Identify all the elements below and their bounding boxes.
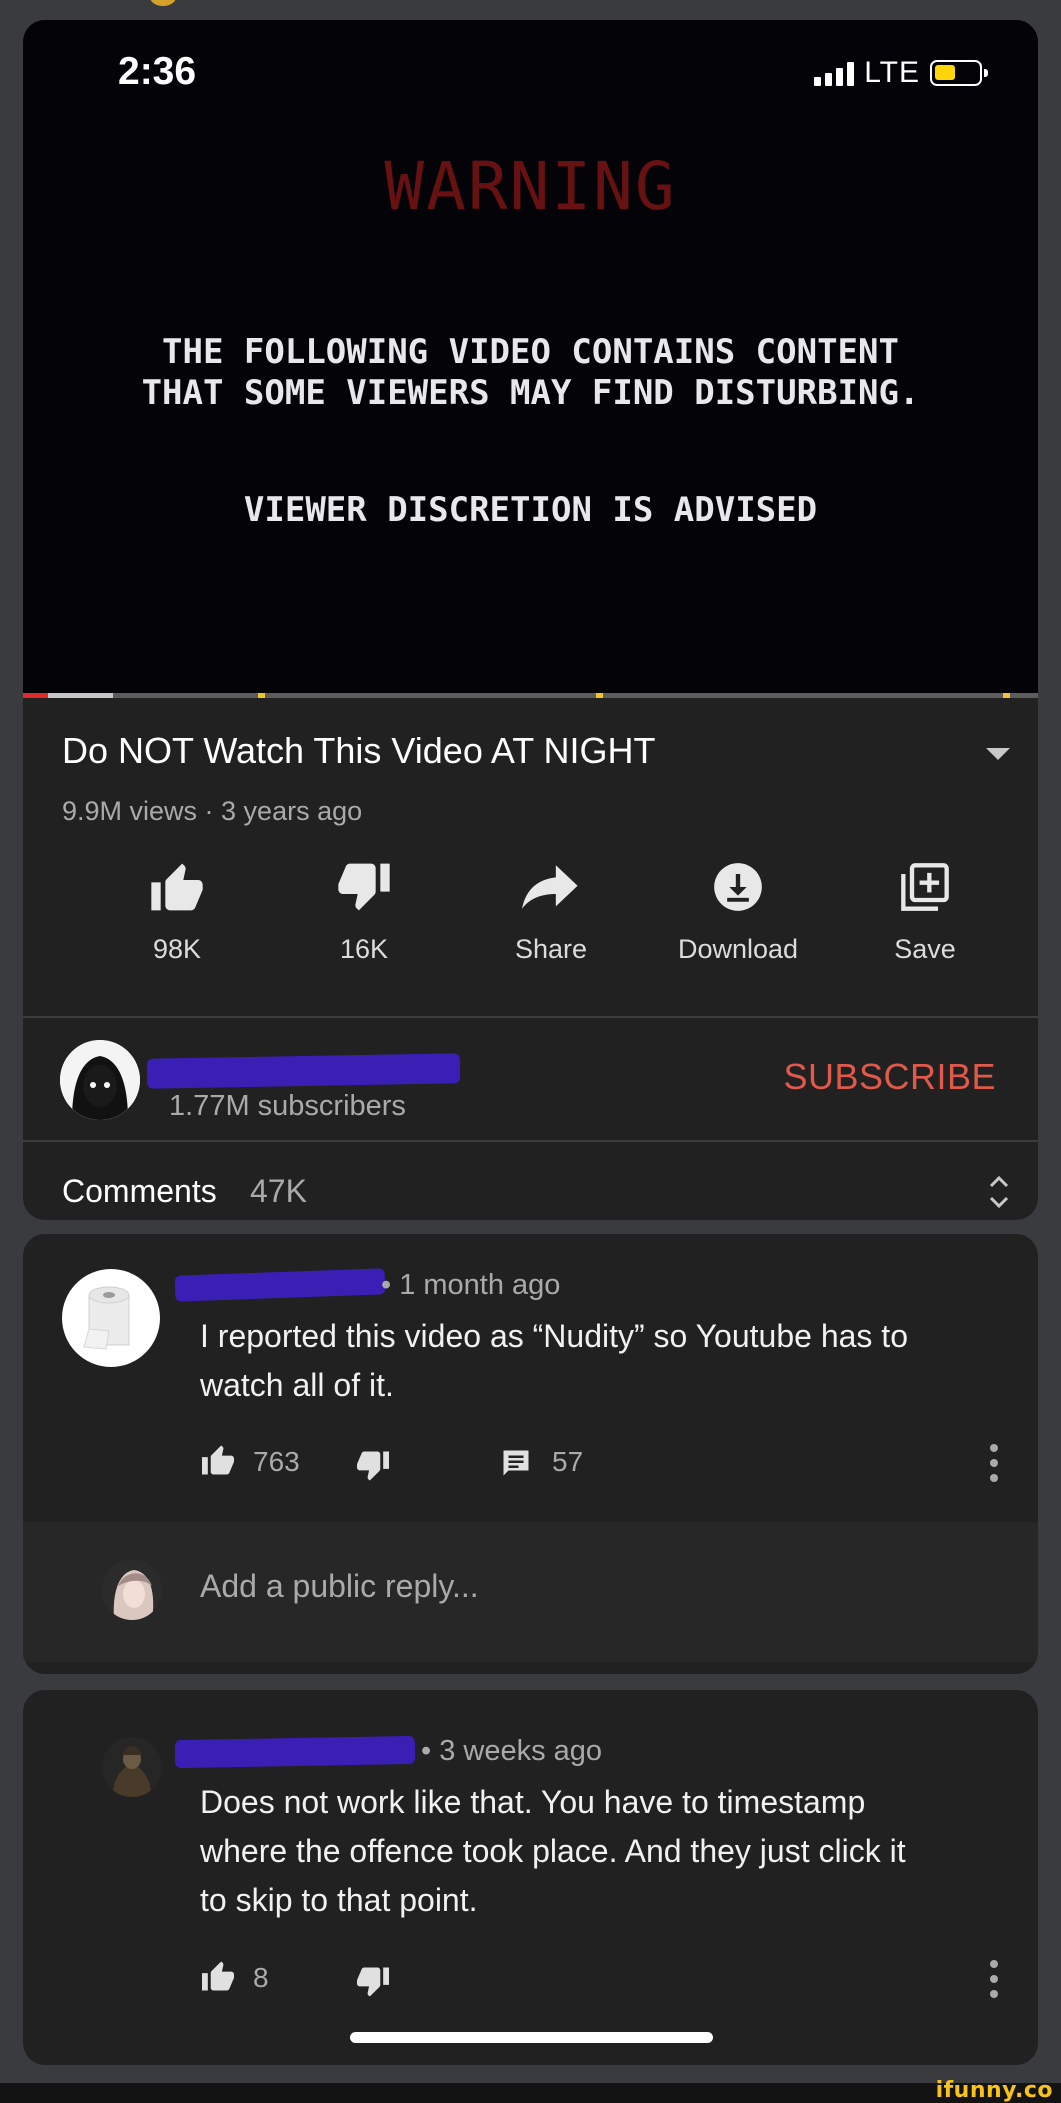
video-meta: 9.9M views · 3 years ago [62, 796, 363, 826]
comment-actions: 763 57 [200, 1442, 1000, 1482]
like-button[interactable]: 98K [92, 858, 262, 965]
warning-line-3: VIEWER DISCRETION IS ADVISED [243, 490, 818, 530]
thumbs-down-icon[interactable] [355, 1966, 391, 1998]
like-count: 98K [152, 934, 202, 964]
battery-icon [930, 60, 988, 86]
anime-avatar-icon [102, 1560, 162, 1620]
save-button[interactable]: Save [840, 858, 1010, 965]
download-icon [714, 863, 762, 911]
redacted-channel-name [146, 1053, 461, 1089]
watermark: ifunny.co [935, 2078, 1053, 2103]
comment-text-line: watch all of it. [200, 1367, 394, 1403]
comment-time: • 1 month ago [381, 1269, 561, 1301]
comment-reply-count: 57 [552, 1446, 584, 1477]
toilet-paper-icon [83, 1286, 130, 1350]
download-button[interactable]: Download [653, 858, 823, 965]
more-options-icon[interactable] [990, 1960, 998, 2005]
expand-description-icon[interactable] [986, 748, 1010, 760]
comments-label: Comments [62, 1173, 217, 1209]
progress-buffered [48, 693, 113, 698]
comment-text-line: where the offence took place. And they j… [200, 1833, 906, 1869]
warning-title: WARNING [384, 148, 677, 225]
top-strip [0, 0, 1061, 20]
channel-row[interactable]: 1.77M subscribers SUBSCRIBE [23, 1018, 1038, 1140]
comment-card-2: • 3 weeks ago Does not work like that. Y… [23, 1690, 1038, 2065]
video-card: 2:36 LTE WARNING THE FOLLOWING VIDEO CON… [23, 20, 1038, 1220]
ad-marker [258, 693, 265, 698]
comment-card-1: • 1 month ago I reported this video as “… [23, 1234, 1038, 1674]
share-button[interactable]: Share [466, 858, 636, 965]
thumbs-up-icon[interactable] [200, 1960, 236, 1992]
emoji-fragment [150, 0, 176, 6]
dislike-count: 16K [339, 934, 389, 964]
network-label: LTE [864, 56, 920, 89]
warning-line-1: THE FOLLOWING VIDEO CONTAINS CONTENT [162, 332, 899, 372]
comment-text-line: I reported this video as “Nudity” so You… [200, 1318, 908, 1354]
comments-header[interactable]: Comments 47K [23, 1143, 1038, 1220]
video-progress-bar[interactable] [23, 693, 1038, 698]
reply-comment-icon[interactable] [500, 1448, 532, 1478]
thumbs-up-icon [151, 863, 203, 911]
hooded-figure-icon [60, 1040, 140, 1120]
thumbs-up-icon[interactable] [200, 1444, 236, 1476]
commenter-avatar[interactable] [62, 1269, 160, 1367]
divider [23, 1140, 1038, 1142]
channel-avatar[interactable] [60, 1040, 140, 1120]
ad-marker [1003, 693, 1010, 698]
comment-like-count: 8 [253, 1962, 269, 1993]
download-label: Download [677, 934, 799, 964]
progress-played [23, 693, 49, 698]
action-row: 98K 16K Share Download Save [23, 858, 1038, 968]
thumbs-down-icon [338, 863, 390, 911]
status-time: 2:36 [118, 50, 197, 93]
thumbs-down-icon[interactable] [355, 1450, 391, 1482]
share-icon [522, 865, 578, 909]
commenter-avatar[interactable] [102, 1737, 162, 1797]
more-options-icon[interactable] [990, 1444, 998, 1489]
user-avatar [102, 1560, 162, 1620]
video-player[interactable]: 2:36 LTE WARNING THE FOLLOWING VIDEO CON… [23, 20, 1038, 698]
comment-text-line: to skip to that point. [200, 1882, 478, 1918]
comment-actions: 8 [200, 1958, 1000, 1998]
status-indicators: LTE [814, 56, 988, 90]
ad-marker [596, 693, 603, 698]
reply-input[interactable]: Add a public reply... [200, 1568, 479, 1605]
warning-line-2: THAT SOME VIEWERS MAY FIND DISTURBING. [141, 373, 920, 413]
reply-input-row[interactable]: Add a public reply... [23, 1522, 1038, 1662]
save-label: Save [894, 934, 956, 964]
comment-like-count: 763 [253, 1446, 300, 1477]
armored-knight-icon [102, 1737, 162, 1797]
dislike-button[interactable]: 16K [279, 858, 449, 965]
home-indicator[interactable] [350, 2032, 713, 2043]
comment-text-line: Does not work like that. You have to tim… [200, 1784, 866, 1820]
redacted-username [174, 1268, 386, 1302]
video-title[interactable]: Do NOT Watch This Video AT NIGHT [62, 730, 656, 772]
save-to-playlist-icon [901, 863, 949, 911]
comments-count: 47K [250, 1173, 307, 1209]
watermark-bar: ifunny.co [0, 2078, 1061, 2103]
share-label: Share [514, 934, 588, 964]
expand-collapse-icon[interactable] [988, 1173, 1010, 1211]
subscriber-count: 1.77M subscribers [169, 1090, 406, 1122]
subscribe-button[interactable]: SUBSCRIBE [783, 1056, 996, 1098]
signal-icon [814, 60, 855, 86]
redacted-username [174, 1735, 416, 1769]
comment-time: • 3 weeks ago [421, 1735, 603, 1767]
